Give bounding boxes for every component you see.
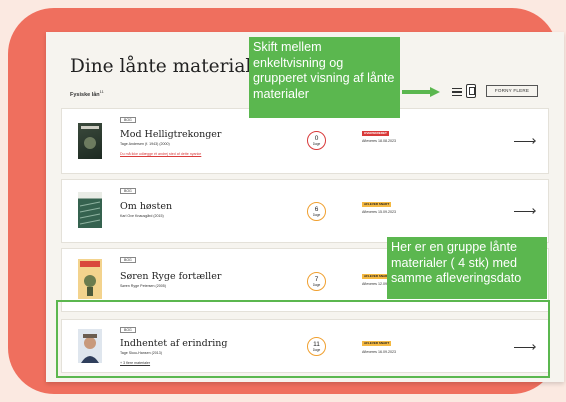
- loan-card[interactable]: BOG Om høsten Karl Ove Knausgård (2015) …: [61, 179, 549, 243]
- view-toggle-callout: Skift mellem enkeltvisning og grupperet …: [249, 37, 400, 118]
- days-remaining-value: 7: [314, 276, 319, 283]
- book-title: Søren Ryge fortæller: [120, 271, 222, 282]
- group-callout: Her er en gruppe lånte materialer ( 4 st…: [387, 237, 547, 299]
- list-view-icon[interactable]: [452, 88, 462, 97]
- physical-loans-count: 11: [99, 89, 104, 94]
- book-title: Mod Helligtrekonger: [120, 129, 222, 140]
- days-remaining-ring: 0 Dage: [307, 131, 326, 150]
- days-remaining-value: 6: [314, 206, 319, 213]
- renew-multiple-button[interactable]: FORNY FLERE: [486, 85, 538, 97]
- book-cover: [78, 123, 102, 159]
- days-label: Dage: [312, 283, 321, 287]
- material-type-badge: BOG: [120, 117, 136, 123]
- days-remaining-ring: 6 Dage: [307, 202, 326, 221]
- book-title: Om høsten: [120, 201, 173, 212]
- arrow-right-icon[interactable]: [514, 211, 534, 212]
- grouped-view-icon[interactable]: [466, 84, 476, 98]
- book-cover: [78, 192, 102, 228]
- due-date: Afleveres 15.09.2023: [362, 210, 396, 214]
- arrow-right-icon[interactable]: [514, 141, 534, 142]
- status-badge: OVERSKREDET: [362, 131, 389, 136]
- book-author: Søren Ryge Petersen (2005): [120, 284, 166, 288]
- book-cover: [78, 259, 102, 299]
- cover-art-icon: [81, 126, 99, 149]
- status-badge: AFLEVER SNART: [362, 202, 392, 207]
- cover-art-icon: [79, 201, 101, 225]
- loan-warning-link[interactable]: Du må ikke udlægge ét andrej sted af det…: [120, 152, 201, 156]
- due-date: Afleveres 18.08.2023: [362, 139, 396, 143]
- material-type-badge: BOG: [120, 257, 136, 263]
- physical-loans-text: Fysiske lån: [70, 91, 100, 98]
- callout-arrow-icon: [402, 87, 440, 97]
- days-label: Dage: [312, 142, 321, 146]
- group-highlight-box: [56, 300, 550, 378]
- book-author: Tage Andersen (f. 1943) (2000): [120, 142, 170, 146]
- days-label: Dage: [312, 213, 321, 217]
- days-remaining-value: 0: [314, 135, 319, 142]
- cover-art-icon: [80, 261, 100, 296]
- page-title: Dine lånte materialer: [70, 56, 272, 77]
- days-remaining-ring: 7 Dage: [307, 272, 326, 291]
- material-type-badge: BOG: [120, 188, 136, 194]
- book-author: Karl Ove Knausgård (2015): [120, 214, 164, 218]
- physical-loans-label: Fysiske lån11: [70, 89, 104, 98]
